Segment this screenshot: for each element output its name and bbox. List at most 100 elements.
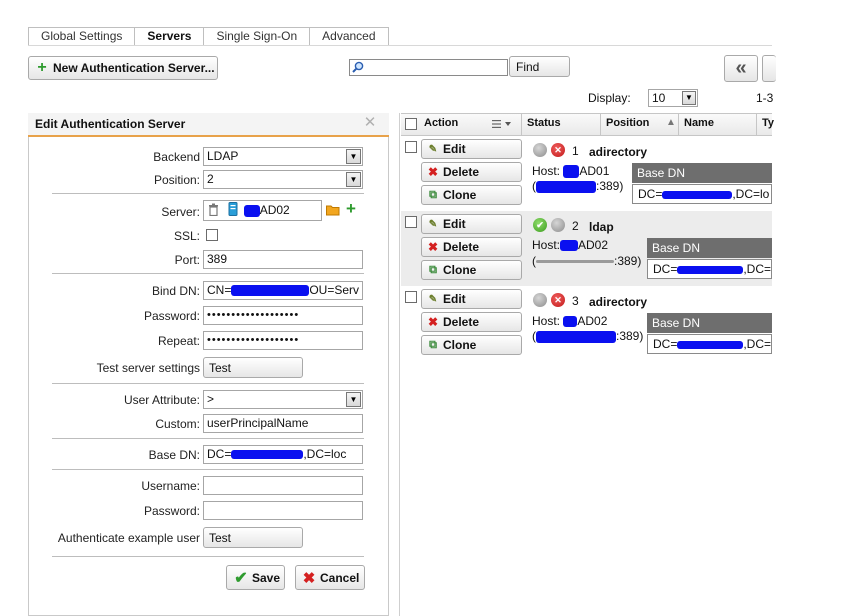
tab-advanced[interactable]: Advanced xyxy=(309,27,389,46)
delete-button[interactable]: ✖ Delete xyxy=(421,312,522,332)
row-checkbox[interactable] xyxy=(405,291,417,303)
bind-dn-field[interactable]: CN= OU=Serv xyxy=(203,281,363,300)
tab-divider xyxy=(28,45,772,46)
position-select[interactable]: 2 ▼ xyxy=(203,170,363,189)
sort-ascending-icon: ▲ xyxy=(666,117,676,128)
panel-splitter[interactable] xyxy=(399,113,400,616)
row-host: Host: AD01 xyxy=(532,164,609,179)
column-menu-icon[interactable] xyxy=(492,119,514,129)
status-error-icon: ✕ xyxy=(551,143,565,157)
row-checkbox[interactable] xyxy=(405,141,417,153)
select-all-checkbox[interactable] xyxy=(405,118,417,130)
repeat-password-field[interactable]: ••••••••••••••••••• xyxy=(203,331,363,350)
row-base-dn: DC= ,DC= xyxy=(647,334,772,354)
close-icon[interactable]: ✕ xyxy=(362,115,378,131)
section-divider xyxy=(52,193,364,194)
authenticate-example-label: Authenticate example user xyxy=(57,531,200,545)
search-input[interactable] xyxy=(349,59,508,76)
edit-icon: ✎ xyxy=(428,143,438,155)
chevron-down-icon: ▼ xyxy=(346,172,361,187)
custom-attribute-field[interactable]: userPrincipalName xyxy=(203,414,363,433)
delete-label: Delete xyxy=(443,240,480,254)
ssl-label: SSL: xyxy=(173,229,200,243)
column-type[interactable]: Ty xyxy=(762,117,774,129)
backend-select[interactable]: LDAP ▼ xyxy=(203,147,363,166)
clone-button[interactable]: ⧉ Clone xyxy=(421,185,522,205)
column-name[interactable]: Name xyxy=(684,117,714,129)
delete-icon: ✖ xyxy=(427,240,439,254)
user-attribute-value: > xyxy=(207,392,215,406)
tab-global-settings[interactable]: Global Settings xyxy=(28,27,136,46)
row-checkbox[interactable] xyxy=(405,216,417,228)
row-name: ldap xyxy=(589,220,614,234)
port-label: Port: xyxy=(174,253,200,267)
clone-label: Clone xyxy=(443,188,477,202)
panel-title: Edit Authentication Server xyxy=(28,113,389,137)
redaction-mark xyxy=(536,180,596,193)
clone-button[interactable]: ⧉ Clone xyxy=(421,335,522,355)
bind-dn-label: Bind DN: xyxy=(151,284,200,298)
column-position[interactable]: Position xyxy=(606,117,649,129)
delete-icon: ✖ xyxy=(427,165,439,179)
add-server-icon[interactable]: + xyxy=(346,200,356,218)
tab-single-sign-on[interactable]: Single Sign-On xyxy=(203,27,311,46)
username-label: Username: xyxy=(141,479,200,493)
base-dn-start: DC= xyxy=(653,262,678,276)
status-unknown-icon xyxy=(533,143,547,157)
user-attribute-select[interactable]: > ▼ xyxy=(203,390,363,409)
redaction-mark xyxy=(662,190,733,199)
edit-button[interactable]: ✎ Edit xyxy=(421,139,522,159)
row-name: adirectory xyxy=(589,295,648,309)
row-base-dn: DC= ,DC= xyxy=(647,259,772,279)
redaction-mark xyxy=(563,165,580,179)
column-separator xyxy=(600,114,601,135)
row-address: (:389) xyxy=(532,179,624,193)
save-button[interactable]: ✔ Save xyxy=(226,565,285,590)
cancel-button[interactable]: ✖ Cancel xyxy=(295,565,365,590)
username-field[interactable] xyxy=(203,476,363,495)
new-authentication-server-button[interactable]: + New Authentication Server... xyxy=(28,56,218,80)
redaction-mark xyxy=(243,204,260,217)
display-count-value: 10 xyxy=(652,91,666,105)
bind-dn-start: CN= xyxy=(207,283,232,297)
delete-button[interactable]: ✖ Delete xyxy=(421,162,522,182)
delete-button[interactable]: ✖ Delete xyxy=(421,237,522,257)
find-button[interactable]: Find xyxy=(509,56,570,77)
edit-button[interactable]: ✎ Edit xyxy=(421,214,522,234)
ssl-checkbox[interactable] xyxy=(206,229,218,241)
folder-icon[interactable] xyxy=(326,204,341,216)
trash-icon[interactable] xyxy=(208,203,219,217)
chevron-down-icon: ▼ xyxy=(346,149,361,164)
tab-servers[interactable]: Servers xyxy=(134,27,205,46)
host-suffix: AD02 xyxy=(578,238,609,252)
display-count-select[interactable]: 10 ▼ xyxy=(648,89,698,107)
first-page-button[interactable]: « xyxy=(724,55,758,82)
base-dn-header: Base DN xyxy=(647,238,772,258)
column-action[interactable]: Action xyxy=(424,117,458,129)
clone-button[interactable]: ⧉ Clone xyxy=(421,260,522,280)
server-icon xyxy=(228,202,238,216)
test-server-button[interactable]: Test xyxy=(203,357,303,378)
display-label: Display: xyxy=(588,91,631,105)
redaction-mark xyxy=(231,450,304,460)
clone-icon: ⧉ xyxy=(429,188,437,201)
page-range-text: 1-3 xyxy=(756,91,774,105)
authenticate-test-button[interactable]: Test xyxy=(203,527,303,548)
server-field[interactable]: AD02 xyxy=(203,200,322,221)
example-password-field[interactable] xyxy=(203,501,363,520)
base-dn-start: DC= xyxy=(653,337,678,351)
base-dn-end: ,DC= xyxy=(743,337,772,351)
port-field[interactable]: 389 xyxy=(203,250,363,269)
edit-button[interactable]: ✎ Edit xyxy=(421,289,522,309)
checkmark-icon: ✔ xyxy=(234,569,248,587)
column-status[interactable]: Status xyxy=(527,117,561,129)
password-field[interactable]: ••••••••••••••••••• xyxy=(203,306,363,325)
test-button-label: Test xyxy=(209,530,232,545)
previous-page-button[interactable] xyxy=(762,55,776,82)
bind-dn-end: OU=Serv xyxy=(309,283,360,297)
user-attribute-label: User Attribute: xyxy=(123,393,200,407)
section-divider xyxy=(52,438,364,439)
custom-label: Custom: xyxy=(155,417,200,431)
redaction-mark xyxy=(536,330,616,343)
base-dn-field[interactable]: DC= ,DC=loc xyxy=(203,445,363,464)
